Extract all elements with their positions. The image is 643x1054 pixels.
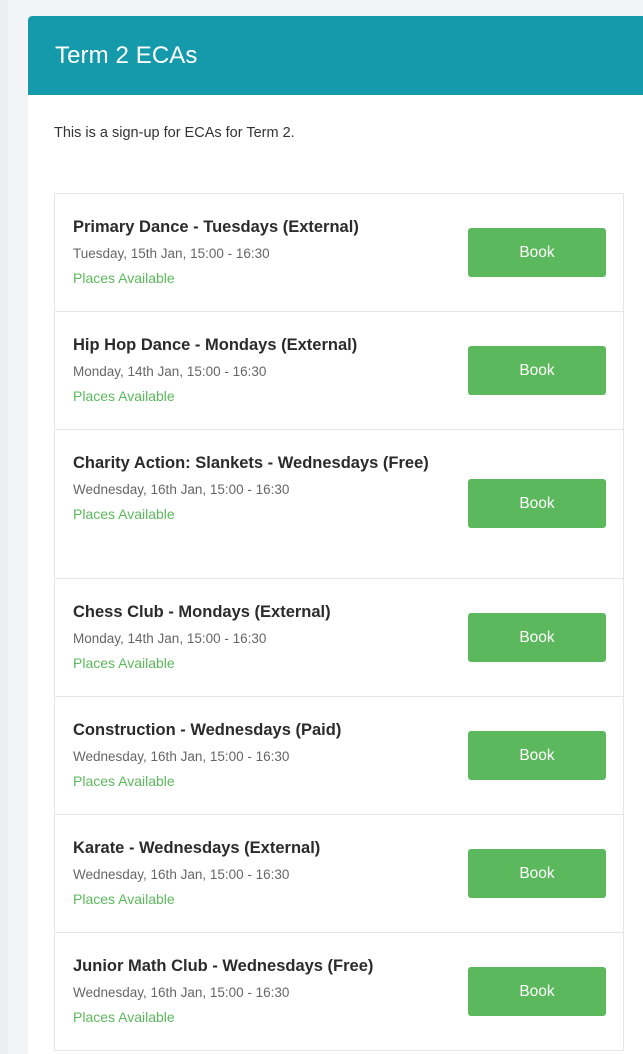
- list-item: Construction - Wednesdays (Paid) Wednesd…: [55, 697, 623, 815]
- item-date: Tuesday, 15th Jan, 15:00 - 16:30: [73, 246, 270, 261]
- item-info: Charity Action: Slankets - Wednesdays (F…: [73, 450, 433, 523]
- item-status: Places Available: [73, 1009, 175, 1025]
- book-button[interactable]: Book: [468, 967, 606, 1016]
- item-info: Junior Math Club - Wednesdays (Free) Wed…: [73, 953, 433, 1026]
- eca-panel: Term 2 ECAs This is a sign-up for ECAs f…: [28, 16, 643, 1054]
- item-date: Wednesday, 16th Jan, 15:00 - 16:30: [73, 482, 290, 497]
- item-date: Monday, 14th Jan, 15:00 - 16:30: [73, 631, 267, 646]
- list-item: Chess Club - Mondays (External) Monday, …: [55, 579, 623, 697]
- item-title: Chess Club - Mondays (External): [73, 603, 331, 621]
- panel-header: Term 2 ECAs: [28, 16, 643, 95]
- item-status: Places Available: [73, 388, 175, 404]
- item-status: Places Available: [73, 891, 175, 907]
- item-title: Karate - Wednesdays (External): [73, 839, 321, 857]
- panel-title: Term 2 ECAs: [55, 41, 198, 69]
- list-item: Charity Action: Slankets - Wednesdays (F…: [55, 430, 623, 579]
- item-info: Chess Club - Mondays (External) Monday, …: [73, 599, 433, 672]
- item-title: Charity Action: Slankets - Wednesdays (F…: [73, 454, 429, 472]
- item-info: Primary Dance - Tuesdays (External) Tues…: [73, 214, 433, 287]
- item-date: Wednesday, 16th Jan, 15:00 - 16:30: [73, 985, 290, 1000]
- list-item: Karate - Wednesdays (External) Wednesday…: [55, 815, 623, 933]
- book-button[interactable]: Book: [468, 613, 606, 662]
- book-button[interactable]: Book: [468, 479, 606, 528]
- list-item: Primary Dance - Tuesdays (External) Tues…: [55, 194, 623, 312]
- item-status: Places Available: [73, 655, 175, 671]
- eca-list: Primary Dance - Tuesdays (External) Tues…: [54, 193, 624, 1051]
- item-status: Places Available: [73, 270, 175, 286]
- item-title: Hip Hop Dance - Mondays (External): [73, 336, 358, 354]
- page: Term 2 ECAs This is a sign-up for ECAs f…: [0, 0, 643, 1054]
- item-info: Karate - Wednesdays (External) Wednesday…: [73, 835, 433, 908]
- item-status: Places Available: [73, 506, 175, 522]
- item-title: Construction - Wednesdays (Paid): [73, 721, 342, 739]
- book-button[interactable]: Book: [468, 731, 606, 780]
- item-date: Wednesday, 16th Jan, 15:00 - 16:30: [73, 749, 290, 764]
- book-button[interactable]: Book: [468, 346, 606, 395]
- item-status: Places Available: [73, 773, 175, 789]
- item-date: Wednesday, 16th Jan, 15:00 - 16:30: [73, 867, 290, 882]
- item-info: Construction - Wednesdays (Paid) Wednesd…: [73, 717, 433, 790]
- list-item: Hip Hop Dance - Mondays (External) Monda…: [55, 312, 623, 430]
- book-button[interactable]: Book: [468, 228, 606, 277]
- item-date: Monday, 14th Jan, 15:00 - 16:30: [73, 364, 267, 379]
- item-title: Primary Dance - Tuesdays (External): [73, 218, 359, 236]
- item-info: Hip Hop Dance - Mondays (External) Monda…: [73, 332, 433, 405]
- intro-text: This is a sign-up for ECAs for Term 2.: [54, 125, 295, 141]
- list-item: Junior Math Club - Wednesdays (Free) Wed…: [55, 933, 623, 1051]
- item-title: Junior Math Club - Wednesdays (Free): [73, 957, 374, 975]
- book-button[interactable]: Book: [468, 849, 606, 898]
- left-strip: [0, 0, 8, 1054]
